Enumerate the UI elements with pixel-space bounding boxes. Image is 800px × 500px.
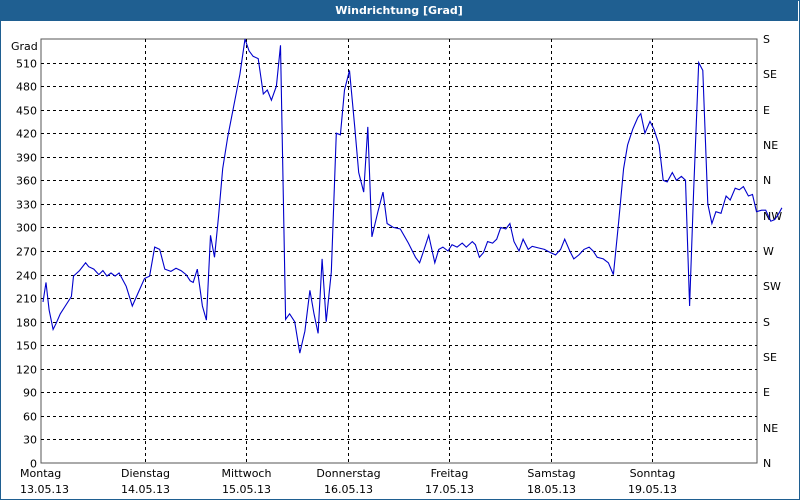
left-axis-ticks: 0306090120150180210240270300330360390420… [16,58,37,471]
y-tick-label: 330 [16,199,37,212]
y-tick-label: 420 [16,128,37,141]
right-tick-label: SE [763,68,777,81]
y-tick-label: 510 [16,58,37,71]
right-tick-label: W [763,245,774,258]
x-axis-ticks: Montag 13.05.13 Dienstag 14.05.13 Mittwoch 15… [20,467,677,496]
x-date-label: 15.05.13 [222,483,271,496]
right-tick-label: S [763,33,770,46]
y-tick-label: 30 [23,434,37,447]
y-tick-label: 480 [16,81,37,94]
x-day-label: Freitag [431,467,469,480]
x-date-label: 19.05.13 [628,483,677,496]
right-tick-label: SW [763,280,781,293]
y-tick-label: 450 [16,105,37,118]
y-tick-label: 270 [16,246,37,259]
x-day-label: Dienstag [121,467,170,480]
right-axis-ticks: NNEESESSWWNWNNEESES [763,33,782,470]
x-date-label: 13.05.13 [20,483,69,496]
y-tick-label: 180 [16,317,37,330]
x-day-label: Sonntag [630,467,676,480]
y-tick-label: 390 [16,152,37,165]
right-tick-label: N [763,457,771,470]
wind-direction-chart: 0306090120150180210240270300330360390420… [11,33,783,496]
y-tick-label: 120 [16,364,37,377]
right-tick-label: S [763,316,770,329]
x-day-label: Samstag [527,467,575,480]
y-tick-label: 240 [16,270,37,283]
y-tick-label: 360 [16,175,37,188]
right-tick-label: N [763,174,771,187]
right-tick-label: SE [763,351,777,364]
right-tick-label: E [763,386,770,399]
x-day-label: Montag [20,467,61,480]
x-date-label: 17.05.13 [425,483,474,496]
y-axis-label: Grad [11,40,38,53]
x-date-label: 16.05.13 [324,483,373,496]
y-tick-label: 150 [16,340,37,353]
x-day-label: Mittwoch [222,467,272,480]
x-date-label: 18.05.13 [527,483,576,496]
right-tick-label: NE [763,139,778,152]
y-tick-label: 60 [23,411,37,424]
right-tick-label: NE [763,422,778,435]
right-tick-label: E [763,104,770,117]
y-tick-label: 210 [16,293,37,306]
x-day-label: Donnerstag [316,467,380,480]
x-date-label: 14.05.13 [121,483,170,496]
y-tick-label: 90 [23,387,37,400]
y-tick-label: 300 [16,222,37,235]
